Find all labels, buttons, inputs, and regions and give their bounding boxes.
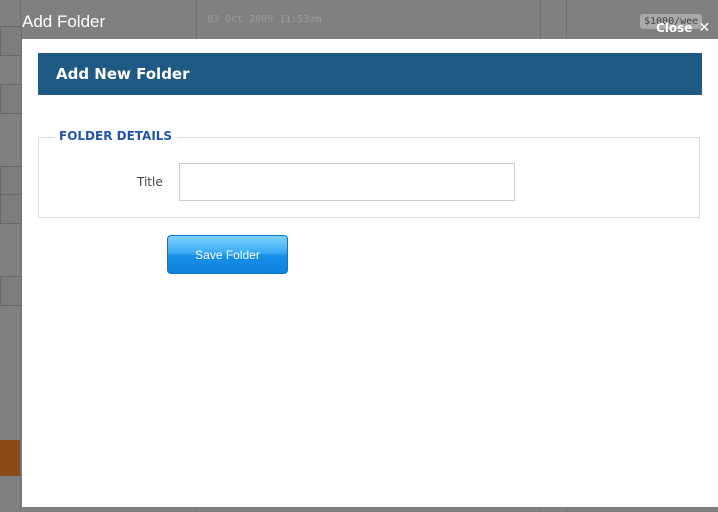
title-label: Title [137, 175, 163, 189]
close-icon: ✕ [698, 20, 711, 36]
bg-orange-block [0, 440, 20, 476]
folder-details-section: FOLDER DETAILS Title [38, 129, 700, 218]
modal-title: Add Folder [22, 12, 106, 31]
title-input[interactable] [179, 163, 515, 201]
save-folder-button[interactable]: Save Folder [167, 235, 288, 274]
bg-cell [0, 276, 22, 306]
bg-cell [0, 26, 22, 56]
section-legend: FOLDER DETAILS [55, 129, 178, 143]
bg-cell [0, 84, 22, 114]
close-button[interactable]: Close ✕ [656, 21, 710, 35]
form-header: Add New Folder [38, 53, 702, 95]
bg-cell [0, 166, 22, 196]
form-header-title: Add New Folder [56, 65, 190, 83]
modal-panel: Add New Folder FOLDER DETAILS Title Save… [22, 39, 718, 507]
bg-cell [0, 194, 22, 224]
close-label: Close [656, 21, 693, 35]
bg-date-text: 03 Oct 2009 11:53am [207, 14, 322, 25]
bg-divider [20, 0, 21, 512]
